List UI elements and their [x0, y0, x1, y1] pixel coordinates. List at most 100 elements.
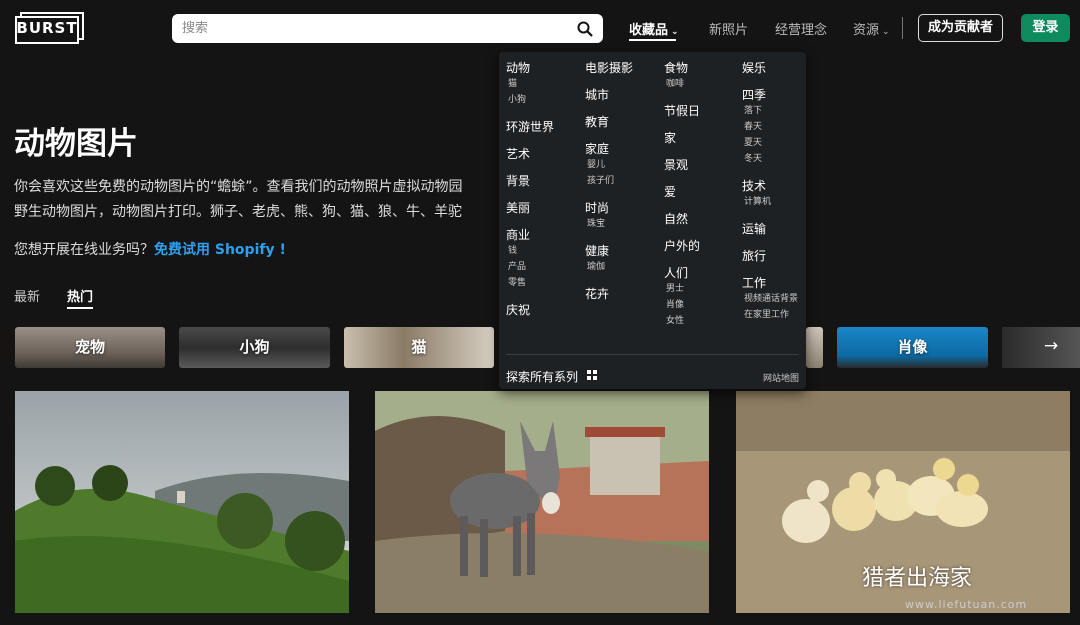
dropdown-category-item[interactable]: 家庭 — [585, 141, 633, 157]
shopify-link[interactable]: 免费试用 Shopify ! — [154, 242, 286, 258]
chip-pets[interactable]: 宠物 — [15, 327, 165, 368]
dropdown-subcategory-item[interactable]: 小狗 — [506, 92, 554, 108]
login-button[interactable]: 登录 — [1021, 14, 1070, 42]
chips-next-button[interactable]: → — [1002, 327, 1080, 368]
photo-goat-hillside-image — [15, 391, 349, 613]
nav-active-underline — [629, 39, 676, 41]
dropdown-category-item[interactable]: 食物 — [664, 60, 700, 76]
arrow-right-icon: → — [1044, 336, 1059, 356]
dropdown-subcategory-item[interactable]: 咖啡 — [664, 76, 700, 92]
dropdown-subcategory-item[interactable]: 产品 — [506, 259, 554, 275]
dropdown-category-item[interactable]: 旅行 — [742, 248, 798, 264]
photo-donkey-image — [375, 391, 709, 613]
dropdown-divider — [506, 354, 799, 355]
dropdown-category-item[interactable]: 商业 — [506, 227, 554, 243]
chevron-down-icon: ⌄ — [882, 27, 890, 37]
nav-collections-label: 收藏品 — [629, 23, 669, 38]
grid-icon — [587, 370, 597, 380]
photo-donkey[interactable] — [375, 391, 709, 613]
burst-logo[interactable]: BURST — [15, 12, 85, 44]
dropdown-category-item[interactable]: 爱 — [664, 184, 700, 200]
search-icon[interactable] — [577, 21, 593, 37]
chip-label: 小狗 — [239, 338, 270, 356]
header-divider — [902, 17, 903, 39]
sitemap-link[interactable]: 网站地图 — [763, 371, 799, 384]
chevron-down-icon: ⌄ — [671, 27, 679, 37]
dropdown-category-item[interactable]: 教育 — [585, 114, 633, 130]
watermark-url: www.liefutuan.com — [905, 598, 1028, 611]
dropdown-column-2: 电影摄影城市教育家庭 婴儿 孩子们时尚 珠宝健康 瑜伽花卉 — [585, 60, 633, 302]
dropdown-category-item[interactable]: 美丽 — [506, 200, 554, 216]
chip-portrait[interactable]: 肖像 — [837, 327, 988, 368]
chip-label: 肖像 — [897, 338, 928, 356]
become-contributor-button[interactable]: 成为贡献者 — [918, 14, 1003, 42]
dropdown-category-item[interactable]: 节假日 — [664, 103, 700, 119]
dropdown-subcategory-item[interactable]: 孩子们 — [585, 173, 633, 189]
dropdown-category-item[interactable]: 电影摄影 — [585, 60, 633, 76]
dropdown-category-item[interactable]: 技术 — [742, 178, 798, 194]
dropdown-category-item[interactable]: 户外的 — [664, 238, 700, 254]
dropdown-subcategory-item[interactable]: 视频通话背景 — [742, 291, 798, 307]
logo-text: BURST — [16, 19, 78, 37]
chip-puppy[interactable]: 小狗 — [179, 327, 330, 368]
dropdown-subcategory-item[interactable]: 瑜伽 — [585, 259, 633, 275]
dropdown-category-item[interactable]: 城市 — [585, 87, 633, 103]
tab-popular[interactable]: 热门 — [67, 286, 94, 309]
dropdown-subcategory-item[interactable]: 女性 — [664, 313, 700, 329]
description-line-2: 野生动物图片，动物图片打印。狮子、老虎、熊、狗、猫、狼、牛、羊驼 — [14, 204, 462, 220]
dropdown-category-item[interactable]: 花卉 — [585, 286, 633, 302]
dropdown-category-item[interactable]: 家 — [664, 130, 700, 146]
dropdown-subcategory-item[interactable]: 男士 — [664, 281, 700, 297]
dropdown-subcategory-item[interactable]: 计算机 — [742, 194, 798, 210]
dropdown-column-3: 食物 咖啡节假日家景观爱自然户外的人们 男士 肖像 女性 — [664, 60, 700, 329]
dropdown-category-item[interactable]: 四季 — [742, 87, 798, 103]
page-description: 你会喜欢这些免费的动物图片的“蟾蜍”。查看我们的动物照片虚拟动物园 野生动物图片… — [14, 175, 499, 225]
dropdown-category-item[interactable]: 背景 — [506, 173, 554, 189]
photo-goat-hillside[interactable] — [15, 391, 349, 613]
description-line-1: 你会喜欢这些免费的动物图片的“蟾蜍”。查看我们的动物照片虚拟动物园 — [14, 179, 463, 195]
nav-collections[interactable]: 收藏品 ⌄ — [629, 19, 679, 38]
dropdown-category-item[interactable]: 动物 — [506, 60, 554, 76]
chip-cat[interactable]: 猫 — [344, 327, 494, 368]
dropdown-category-item[interactable]: 人们 — [664, 265, 700, 281]
collections-dropdown: 动物猫小狗环游世界艺术背景美丽商业钱产品 零售庆祝 电影摄影城市教育家庭 婴儿 孩子们… — [499, 52, 806, 389]
explore-all-collections-link[interactable]: 探索所有系列 — [506, 368, 578, 385]
dropdown-subcategory-item[interactable]: 冬天 — [742, 151, 798, 167]
chip-label: 猫 — [411, 338, 427, 356]
dropdown-subcategory-item[interactable]: 肖像 — [664, 297, 700, 313]
dropdown-category-item[interactable]: 工作 — [742, 275, 798, 291]
nav-philosophy[interactable]: 经营理念 — [775, 19, 827, 38]
nav-resources-label: 资源 — [853, 23, 880, 38]
dropdown-subcategory-item[interactable]: 零售 — [506, 275, 554, 291]
dropdown-subcategory-item[interactable]: 在家里工作 — [742, 307, 798, 323]
dropdown-category-item[interactable]: 时尚 — [585, 200, 633, 216]
dropdown-subcategory-item[interactable]: 婴儿 — [585, 157, 633, 173]
dropdown-category-item[interactable]: 娱乐 — [742, 60, 798, 76]
search-input[interactable] — [182, 14, 572, 43]
dropdown-subcategory-item[interactable]: 夏天 — [742, 135, 798, 151]
dropdown-column-4: 娱乐四季 落下 春天 夏天 冬天技术 计算机运输旅行工作 视频通话背景 在家里工作 — [742, 60, 798, 323]
dropdown-category-item[interactable]: 环游世界 — [506, 119, 554, 135]
promo-question: 您想开展在线业务吗？ — [14, 242, 154, 258]
dropdown-category-item[interactable]: 自然 — [664, 211, 700, 227]
nav-new-photos[interactable]: 新照片 — [709, 19, 748, 38]
page-title: 动物图片 — [14, 126, 138, 162]
nav-resources[interactable]: 资源 ⌄ — [853, 19, 890, 38]
tab-latest[interactable]: 最新 — [14, 286, 40, 305]
watermark-text: 猎者出海家 — [862, 566, 973, 591]
dropdown-subcategory-item[interactable]: 钱 — [506, 243, 554, 259]
search-bar[interactable] — [172, 14, 603, 43]
chip-partial[interactable] — [806, 327, 823, 368]
dropdown-category-item[interactable]: 艺术 — [506, 146, 554, 162]
dropdown-subcategory-item[interactable]: 春天 — [742, 119, 798, 135]
promo-text: 您想开展在线业务吗？免费试用 Shopify ! — [14, 239, 286, 259]
chip-label: 宠物 — [74, 338, 105, 356]
dropdown-category-item[interactable]: 运输 — [742, 221, 798, 237]
dropdown-subcategory-item[interactable]: 落下 — [742, 103, 798, 119]
dropdown-column-1: 动物猫小狗环游世界艺术背景美丽商业钱产品 零售庆祝 — [506, 60, 554, 318]
dropdown-category-item[interactable]: 健康 — [585, 243, 633, 259]
dropdown-category-item[interactable]: 庆祝 — [506, 302, 554, 318]
dropdown-category-item[interactable]: 景观 — [664, 157, 700, 173]
dropdown-subcategory-item[interactable]: 珠宝 — [585, 216, 633, 232]
dropdown-subcategory-item[interactable]: 猫 — [506, 76, 554, 92]
